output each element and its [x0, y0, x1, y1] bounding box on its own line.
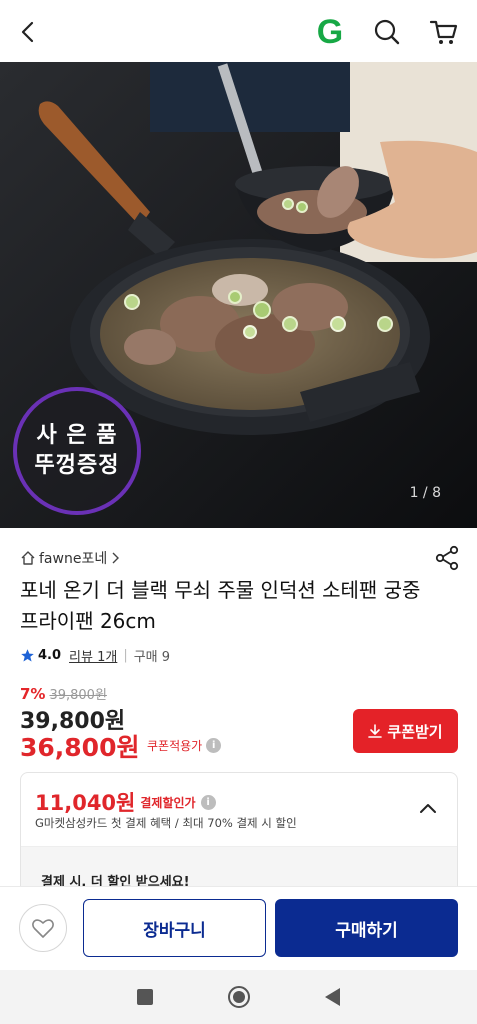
rating-row: 4.0 리뷰 1개 | 구매 9: [20, 646, 170, 665]
search-icon: [374, 19, 400, 45]
coupon-price-label: 쿠폰적용가: [147, 739, 203, 753]
original-price: 39,800원: [49, 688, 107, 703]
get-coupon-label: 쿠폰받기: [387, 722, 443, 741]
gift-badge-line2: 뚜껑증정: [34, 453, 120, 478]
wishlist-button[interactable]: [19, 904, 67, 952]
home-store-icon: [21, 551, 35, 565]
review-link[interactable]: 리뷰 1개: [69, 646, 117, 665]
buy-now-button[interactable]: 구매하기: [275, 899, 458, 957]
system-back-icon[interactable]: [324, 988, 340, 1006]
share-icon: [435, 545, 459, 571]
cart-button[interactable]: [424, 12, 464, 52]
gmarket-g-logo: G: [316, 12, 344, 51]
payment-discount-amount: 11,040원: [35, 791, 136, 815]
brand-shop-link[interactable]: fawne포네: [20, 548, 120, 568]
info-icon[interactable]: i: [200, 794, 216, 810]
product-page: G 사 은 품 뚜껑증정 1 / 8 fawne포네 포네 온기 더 블랙 무쇠…: [0, 0, 477, 1024]
coupon-price-label-group: 쿠폰적용가 i: [147, 737, 222, 754]
add-to-cart-button[interactable]: 장바구니: [83, 899, 266, 957]
product-title: 포네 온기 더 블랙 무쇠 주물 인덕션 소테팬 궁중 프라이팬 26cm: [20, 578, 421, 633]
chevron-right-icon: [112, 552, 120, 564]
meta-divider: |: [123, 648, 128, 663]
discount-row: 7% 39,800원: [20, 684, 107, 703]
gift-badge: 사 은 품 뚜껑증정: [13, 387, 141, 515]
cart-icon: [429, 20, 458, 44]
payment-discount-amount-row: 11,040원 결제할인가 i: [35, 787, 216, 817]
collapse-button[interactable]: [417, 797, 439, 819]
system-navigation-bar: [0, 970, 477, 1024]
product-image-carousel[interactable]: 사 은 품 뚜껑증정 1 / 8: [0, 62, 477, 528]
home-icon[interactable]: [227, 986, 250, 1008]
recent-apps-icon[interactable]: [137, 989, 154, 1005]
back-arrow-icon: [21, 21, 34, 43]
payment-discount-description: G마켓삼성카드 첫 결제 혜택 / 최대 70% 결제 시 할인: [35, 816, 297, 830]
image-pager: 1 / 8: [409, 485, 441, 501]
payment-discount-card: 11,040원 결제할인가 i G마켓삼성카드 첫 결제 혜택 / 최대 70%…: [20, 772, 458, 902]
search-button[interactable]: [367, 12, 407, 52]
brand-name: fawne포네: [39, 551, 108, 567]
coupon-price: 36,800원: [20, 733, 140, 762]
back-button[interactable]: [8, 12, 48, 52]
chevron-up-icon: [420, 804, 436, 813]
get-coupon-button[interactable]: 쿠폰받기: [353, 709, 458, 753]
heart-icon: [32, 919, 54, 938]
rating-value: 4.0: [38, 648, 62, 663]
share-button[interactable]: [434, 545, 460, 571]
payment-discount-label: 결제할인가: [140, 795, 196, 810]
bottom-action-bar: 장바구니 구매하기: [0, 886, 477, 970]
star-icon: [21, 649, 34, 662]
top-header: G: [0, 0, 477, 64]
gift-badge-line1: 사 은 품: [36, 423, 118, 448]
download-icon: [368, 724, 383, 738]
gmarket-home-button[interactable]: G: [310, 12, 350, 52]
info-icon[interactable]: i: [206, 738, 222, 753]
discount-percent: 7%: [20, 685, 46, 703]
purchase-count: 구매 9: [133, 650, 171, 665]
